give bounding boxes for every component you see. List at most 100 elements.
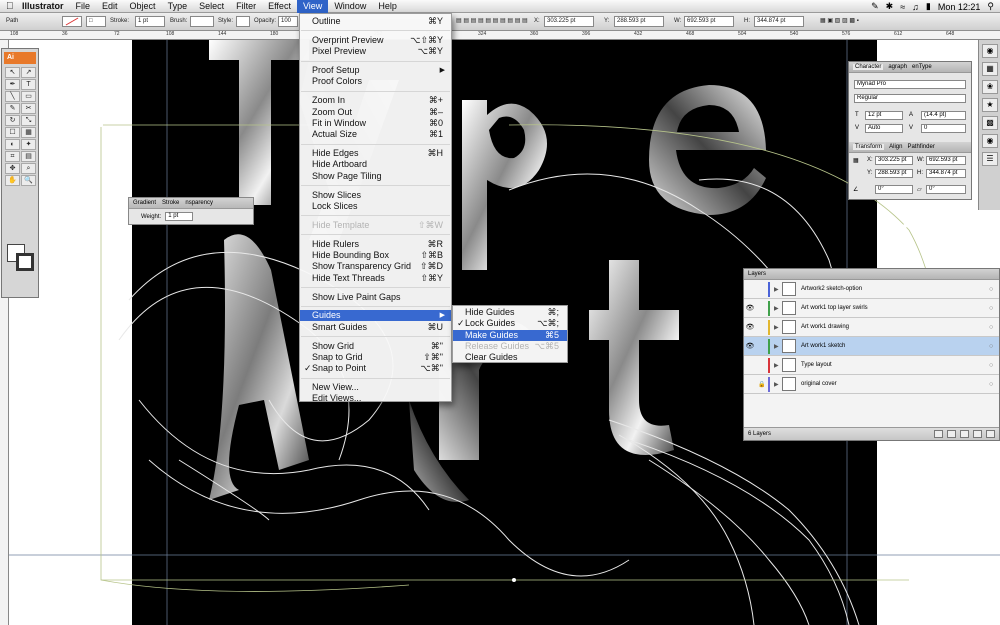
layers-tab[interactable]: Layers [744, 269, 999, 280]
menu-item-show-slices[interactable]: Show Slices [300, 190, 451, 201]
visibility-eye-icon[interactable]: 👁 [744, 342, 756, 350]
graph-tool-icon[interactable]: ⌗ [5, 151, 20, 162]
menu-item-hide-rulers[interactable]: Hide Rulers ⌘R [300, 239, 451, 250]
expand-triangle-icon[interactable]: ▶ [774, 343, 782, 350]
layer-name[interactable]: Art work1 top layer swirls [801, 305, 989, 311]
menu-item-proof-colors[interactable]: Proof Colors [300, 76, 451, 87]
menu-item-edit-views[interactable]: Edit Views... [300, 393, 451, 404]
menu-item-overprint-preview[interactable]: Overprint Preview ⌥⇧⌘Y [300, 35, 451, 46]
scissors-tool-icon[interactable]: ✂ [21, 103, 36, 114]
new-layer-icon[interactable] [973, 430, 982, 438]
target-icon[interactable]: ○ [989, 305, 999, 312]
menu-item-zoom-out[interactable]: Zoom Out ⌘– [300, 107, 451, 118]
menu-object[interactable]: Object [124, 0, 162, 13]
leading-field[interactable]: (14.4 pt) [921, 111, 966, 120]
target-icon[interactable]: ○ [989, 286, 999, 293]
menu-item-lock-slices[interactable]: Lock Slices [300, 201, 451, 212]
menu-item-hide-edges[interactable]: Hide Edges ⌘H [300, 148, 451, 159]
lock-icon[interactable]: 🔒 [756, 381, 768, 388]
menu-item-outline[interactable]: Outline ⌘Y [300, 16, 451, 27]
menu-item-hide-text-threads[interactable]: Hide Text Threads ⇧⌘Y [300, 273, 451, 284]
target-icon[interactable]: ○ [989, 324, 999, 331]
volume-icon[interactable]: ♫ [912, 2, 919, 12]
slice-tool-icon[interactable]: ▤ [21, 151, 36, 162]
visibility-eye-icon[interactable]: 👁 [744, 323, 756, 331]
direct-selection-tool-icon[interactable]: ↗ [21, 67, 36, 78]
rotate-field[interactable]: 0° [875, 185, 913, 194]
layer-name[interactable]: Type layout [801, 362, 989, 368]
font-style-dropdown[interactable]: Regular [854, 94, 966, 103]
scripts-icon[interactable]: ✎ [871, 1, 879, 12]
target-icon[interactable]: ○ [989, 343, 999, 350]
menu-item-show-grid[interactable]: Show Grid ⌘" [300, 341, 451, 352]
menu-item-hide-artboard[interactable]: Hide Artboard [300, 159, 451, 170]
layer-name[interactable]: Artwork2 sketch-option [801, 286, 989, 292]
brushes-panel-icon[interactable]: ❀ [982, 80, 998, 94]
layer-name[interactable]: Art work1 sketch [801, 343, 989, 349]
transform-x-field[interactable]: 303.225 pt [875, 156, 913, 165]
menu-view[interactable]: View [296, 0, 329, 13]
font-family-dropdown[interactable]: Myriad Pro [854, 80, 966, 89]
swatches-panel-icon[interactable]: ▦ [982, 62, 998, 76]
transform-y-field[interactable]: 288.593 pt [875, 169, 913, 178]
tab-transform[interactable]: Transform [853, 144, 885, 150]
tab-opentype[interactable]: enType [912, 64, 932, 70]
opacity-field[interactable]: 100 [278, 16, 298, 27]
expand-triangle-icon[interactable]: ▶ [774, 324, 782, 331]
tab-transparency[interactable]: nsparency [185, 200, 213, 206]
color-panel-icon[interactable]: ◉ [982, 44, 998, 58]
menu-file[interactable]: File [70, 0, 97, 13]
symbol-tool-icon[interactable]: ▦ [21, 127, 36, 138]
align-buttons[interactable]: ▤ ▤ ▤ ▤ ▤ ▤ ▤ ▤ ▤ ▤ [456, 16, 528, 27]
layers-panel-icon[interactable]: ☰ [982, 152, 998, 166]
pen-tool-icon[interactable]: ✒ [5, 79, 20, 90]
brush-dropdown[interactable] [190, 16, 214, 27]
type-tool-icon[interactable]: T [21, 79, 36, 90]
menu-item-new-view[interactable]: New View... [300, 382, 451, 393]
bluetooth-icon[interactable]: ✱ [886, 1, 894, 12]
menu-filter[interactable]: Filter [230, 0, 262, 13]
y-field[interactable]: 288.593 pt [614, 16, 664, 27]
transform-w-field[interactable]: 692.593 pt [926, 156, 966, 165]
spotlight-icon[interactable]: ⚲ [987, 1, 994, 12]
layer-row[interactable]: ▶ Artwork2 sketch-option ○ [744, 280, 999, 299]
stroke-swatch-icon[interactable] [16, 253, 34, 271]
tab-align[interactable]: Align [889, 144, 902, 150]
rectangle-tool-icon[interactable]: ▭ [21, 91, 36, 102]
w-field[interactable]: 692.593 pt [684, 16, 734, 27]
expand-triangle-icon[interactable]: ▶ [774, 362, 782, 369]
fill-stroke-swatches[interactable] [7, 244, 35, 272]
mesh-tool-icon[interactable]: ✦ [21, 139, 36, 150]
horizontal-ruler[interactable]: 1083672108144180216252288324360396432468… [0, 31, 1000, 40]
visibility-eye-icon[interactable]: 👁 [744, 304, 756, 312]
tracking-field[interactable]: 0 [921, 124, 966, 133]
tab-pathfinder[interactable]: Pathfinder [907, 144, 934, 150]
expand-triangle-icon[interactable]: ▶ [774, 286, 782, 293]
layer-row[interactable]: 👁 ▶ Art work1 top layer swirls ○ [744, 299, 999, 318]
target-icon[interactable]: ○ [989, 362, 999, 369]
graphic-styles-panel-icon[interactable]: ▩ [982, 116, 998, 130]
stroke-weight-field[interactable]: 1 pt [135, 16, 165, 27]
font-size-field[interactable]: 12 pt [865, 111, 903, 120]
locate-object-icon[interactable] [934, 430, 943, 438]
menu-item-show-transparency-grid[interactable]: Show Transparency Grid ⇧⌘D [300, 261, 451, 272]
layer-row[interactable]: ▶ Type layout ○ [744, 356, 999, 375]
menu-edit[interactable]: Edit [96, 0, 124, 13]
transform-h-field[interactable]: 344.874 pt [926, 169, 966, 178]
tab-stroke[interactable]: Stroke [162, 200, 179, 206]
layer-name[interactable]: original cover [801, 381, 989, 387]
reference-point-icon[interactable]: ▦ [853, 157, 859, 164]
symbols-panel-icon[interactable]: ★ [982, 98, 998, 112]
zoom-tool-icon[interactable]: 🔍 [21, 175, 36, 186]
x-field[interactable]: 303.225 pt [544, 16, 594, 27]
free-transform-tool-icon[interactable]: ☐ [5, 127, 20, 138]
menu-item-lock-guides[interactable]: ✓ Lock Guides ⌥⌘; [453, 318, 567, 329]
menu-item-zoom-in[interactable]: Zoom In ⌘+ [300, 95, 451, 106]
make-clipping-mask-icon[interactable] [947, 430, 956, 438]
menu-item-show-live-paint-gaps[interactable]: Show Live Paint Gaps [300, 292, 451, 303]
target-icon[interactable]: ○ [989, 381, 999, 388]
apple-menu-icon[interactable]:  [0, 0, 16, 13]
menu-item-make-guides[interactable]: Make Guides ⌘5 [453, 329, 567, 341]
style-dropdown[interactable] [236, 16, 250, 27]
h-field[interactable]: 344.874 pt [754, 16, 804, 27]
